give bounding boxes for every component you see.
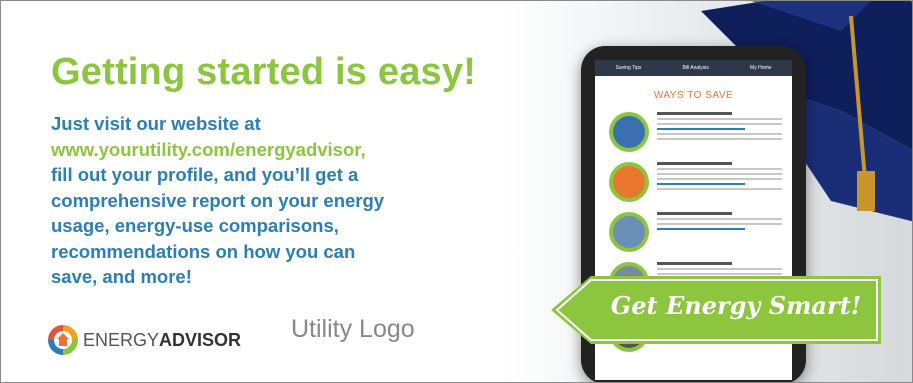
- tip-image: [609, 212, 649, 252]
- tablet-nav-item: My Home: [750, 65, 772, 71]
- body-line: usage, energy-use comparisons,: [51, 215, 339, 236]
- body-line: Just visit our website at: [51, 113, 261, 134]
- utility-logo-placeholder: Utility Logo: [291, 315, 415, 343]
- tablet-nav-item: Saving Tips: [615, 65, 642, 71]
- body-text: Just visit our website at www.yourutilit…: [51, 111, 531, 290]
- body-line: fill out your profile, and you’ll get a: [51, 164, 359, 185]
- headline: Getting started is easy!: [51, 51, 477, 93]
- energy-word: ENERGY: [83, 329, 160, 350]
- website-link[interactable]: www.yourutility.com/energyadvisor,: [51, 137, 531, 163]
- energy-advisor-logo: ENERGYADVISOR: [48, 325, 241, 355]
- body-line: comprehensive report on your energy: [51, 189, 385, 211]
- tablet-nav-item: Bill Analysis: [682, 65, 709, 71]
- ribbon-text: Get Energy Smart!: [610, 291, 862, 320]
- house-icon: [57, 333, 69, 346]
- body-line: recommendations on how you can: [51, 240, 356, 262]
- tip-image: [609, 112, 649, 152]
- advisor-word: ADVISOR: [159, 329, 242, 350]
- tablet-screen-title: WAYS TO SAVE: [653, 90, 734, 101]
- energy-advisor-wordmark: ENERGYADVISOR: [83, 330, 241, 351]
- tablet-nav: Saving Tips Bill Analysis My Home: [595, 60, 792, 76]
- energy-advisor-ring-icon: [48, 325, 78, 355]
- promo-banner: Getting started is easy! Just visit our …: [0, 0, 913, 383]
- body-line: save, and more!: [51, 266, 192, 287]
- tip-image: [609, 162, 649, 202]
